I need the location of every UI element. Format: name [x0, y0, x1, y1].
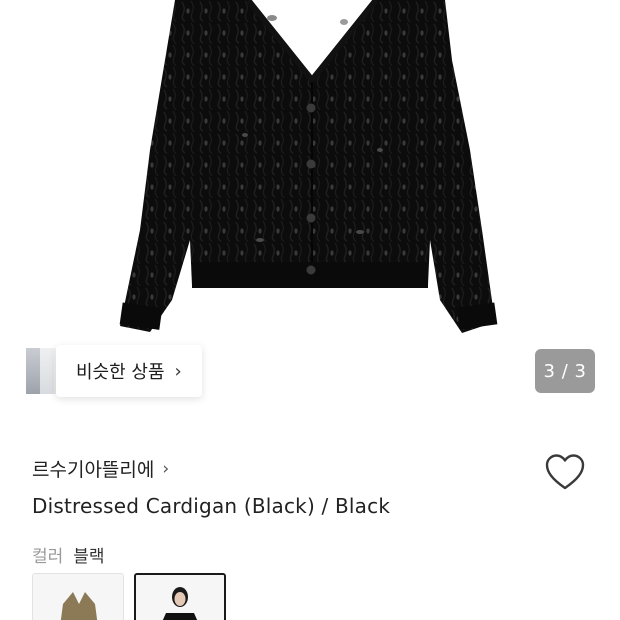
brand-link[interactable]: 르수기아뜰리에 › — [32, 455, 169, 482]
product-image-gallery[interactable]: 비슷한 상품 › 3 / 3 — [0, 0, 620, 412]
product-title: Distressed Cardigan (Black) / Black — [32, 494, 391, 518]
image-counter: 3 / 3 — [535, 349, 595, 393]
color-swatch-option[interactable] — [32, 573, 124, 620]
brand-name: 르수기아뜰리에 — [32, 459, 155, 481]
heart-outline-icon[interactable] — [544, 452, 586, 492]
color-swatch-option-selected[interactable] — [134, 573, 226, 620]
color-label: 컬러 — [32, 547, 64, 567]
chevron-right-icon: › — [174, 360, 182, 382]
similar-products-label: 비슷한 상품 — [76, 362, 165, 383]
color-option-row: 컬러 블랙 — [32, 542, 105, 567]
swatch-image-black — [136, 575, 224, 620]
similar-thumbnail — [26, 348, 40, 394]
similar-products-chip[interactable]: 비슷한 상품 › — [26, 345, 202, 397]
swatch-image-khaki — [33, 574, 123, 620]
similar-thumbnail — [40, 348, 54, 394]
color-value: 블랙 — [73, 547, 105, 567]
similar-products-button[interactable]: 비슷한 상품 › — [56, 345, 202, 397]
chevron-right-icon: › — [162, 458, 170, 479]
